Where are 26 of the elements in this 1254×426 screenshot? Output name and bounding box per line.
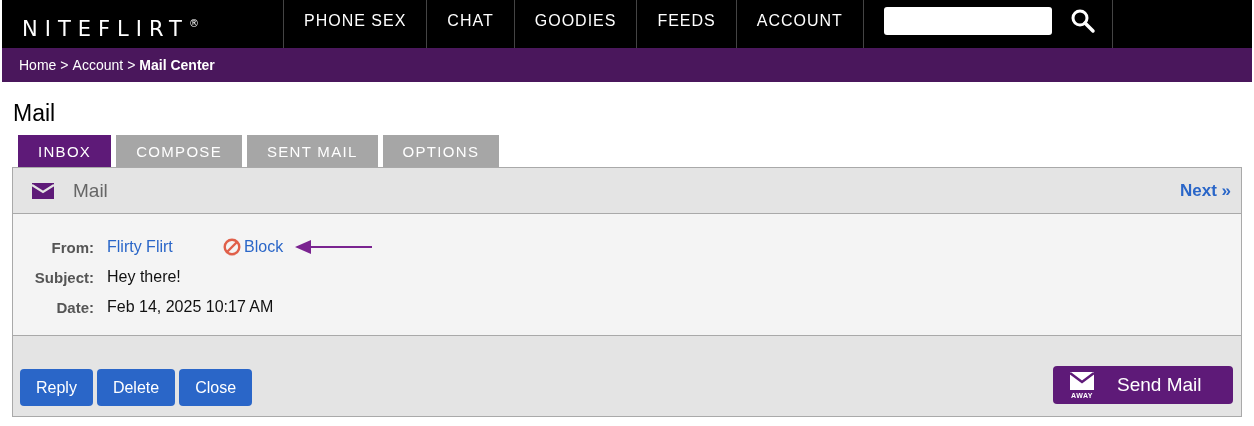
field-label: Subject: — [33, 268, 94, 286]
page-title: Mail — [13, 100, 57, 127]
action-button[interactable]: Delete — [96, 369, 176, 406]
field-label: Date: — [55, 298, 94, 316]
prohibited-icon — [223, 238, 241, 256]
next-link[interactable]: Next » — [1179, 180, 1231, 201]
panel-title: Mail — [73, 179, 108, 202]
arrow-icon — [295, 239, 374, 255]
search-field[interactable] — [883, 7, 1052, 35]
action-button[interactable]: Close — [179, 369, 253, 406]
breadcrumb-separator: > — [127, 57, 136, 73]
field-label: From: — [50, 238, 94, 256]
block-link[interactable]: Block — [223, 238, 284, 256]
breadcrumb-current: Mail Center — [139, 57, 215, 73]
breadcrumb-separator: > — [60, 57, 69, 73]
envelope-icon — [1069, 371, 1095, 391]
field-value: Feb 14, 2025 10:17 AM — [107, 298, 274, 316]
site-logo[interactable]: NITEFLIRT$^{®}$ — [2, 0, 283, 48]
breadcrumb-link[interactable]: Home — [19, 57, 57, 73]
search-icon[interactable] — [1069, 8, 1096, 34]
sender-link[interactable]: Flirty Flirt — [107, 238, 223, 256]
tab[interactable]: INBOX — [18, 135, 112, 167]
field-value: Hey there! — [107, 268, 181, 286]
envelope-icon — [31, 181, 55, 200]
breadcrumb-link[interactable]: Account — [72, 57, 124, 73]
action-button[interactable]: Reply — [20, 369, 93, 406]
